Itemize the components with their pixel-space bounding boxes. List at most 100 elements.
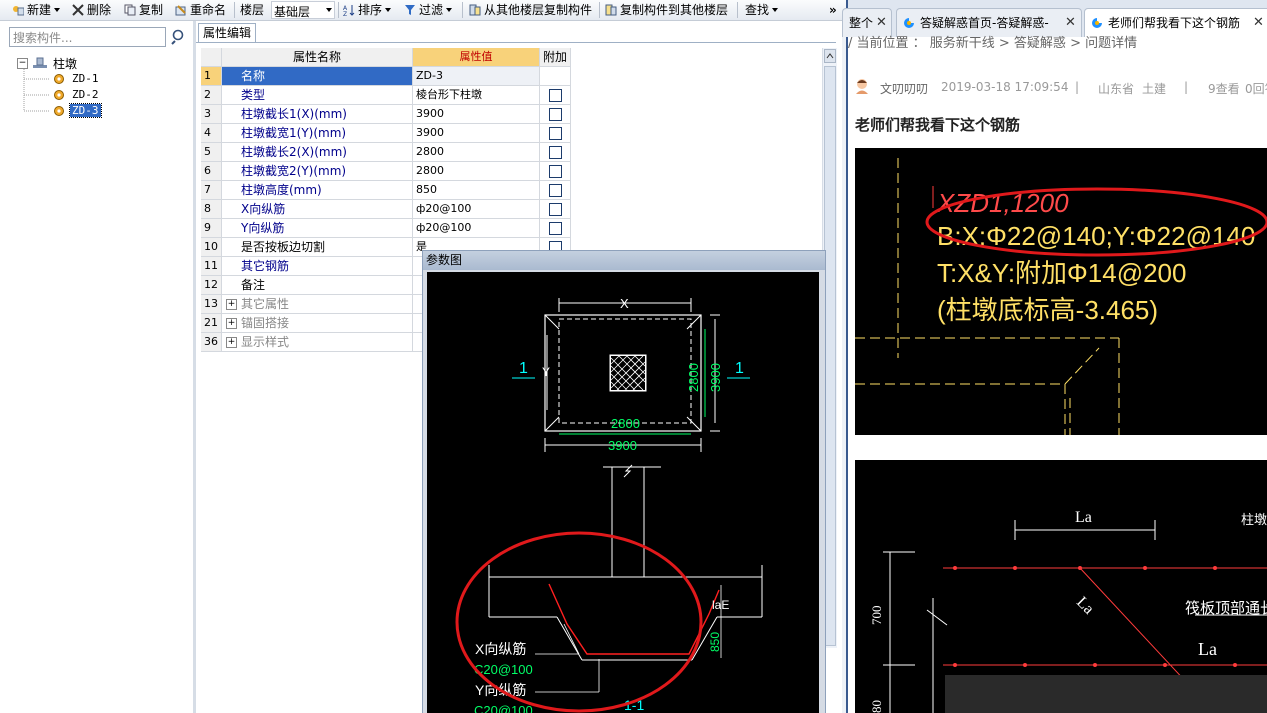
browser-tab[interactable]: 答疑解惑首页-答疑解惑- ✕ [896,8,1082,37]
table-row[interactable]: 6 柱墩截宽2(Y)(mm) 2800 [201,162,571,181]
table-row[interactable]: 5 柱墩截长2(X)(mm) 2800 [201,143,571,162]
browser-tab[interactable]: 整个 ✕ [842,8,892,37]
filter-button[interactable]: 过滤 [404,2,453,18]
chevron-down-icon [54,8,61,12]
component-gear-icon [54,106,64,116]
cad-label-raft-rebar: 筏板顶部通长钢筋 [1185,599,1267,617]
sort-button[interactable]: A Z 排序 [343,2,392,18]
property-group[interactable]: + 其它属性 [222,295,413,314]
attach-checkbox[interactable] [549,203,562,216]
delete-button[interactable]: 删除 [72,2,111,18]
column-header-name[interactable]: 属性名称 [222,48,413,67]
scroll-up-button[interactable] [824,49,836,63]
attach-checkbox[interactable] [549,146,562,159]
table-row[interactable]: 9 Y向纵筋 ф20@100 [201,219,571,238]
parameter-diagram-dialog[interactable]: 参数图 X Y 1 1 2800 3900 2800 3900 laE 850 … [422,250,826,713]
property-value[interactable]: ф20@100 [413,219,540,238]
attach-cell [540,67,571,86]
copy-to-floor-label: 复制构件到其他楼层 [620,3,729,17]
find-button[interactable]: 查找 [745,2,779,18]
property-name[interactable]: 备注 [222,276,413,295]
floor-select[interactable]: 基础层 [271,1,335,19]
property-name[interactable]: 柱墩截长2(X)(mm) [222,143,413,162]
property-value[interactable]: 850 [413,181,540,200]
table-row[interactable]: 1 名称 ZD-3 [201,67,571,86]
dialog-title[interactable]: 参数图 [423,251,825,270]
column-header-attach[interactable]: 附加 [540,48,571,67]
property-name[interactable]: 柱墩截长1(X)(mm) [222,105,413,124]
table-row[interactable]: 7 柱墩高度(mm) 850 [201,181,571,200]
expand-icon[interactable]: + [226,318,237,329]
property-value[interactable]: ф20@100 [413,200,540,219]
attach-checkbox[interactable] [549,108,562,121]
cad-label-la-top: La [1075,509,1092,526]
attach-checkbox[interactable] [549,184,562,197]
question-image-2[interactable]: La La La 700 80 柱墩顶 筏板顶部通长钢筋 [855,460,1267,713]
property-value[interactable]: 棱台形下柱墩 [413,86,540,105]
rename-button[interactable]: 重命名 [175,2,226,18]
table-row[interactable]: 3 柱墩截长1(X)(mm) 3900 [201,105,571,124]
expand-icon[interactable]: + [226,337,237,348]
tree-item-selected[interactable]: ZD-3 [69,103,102,118]
question-meta: 文叨叨叨 2019-03-18 17:09:54 | 山东省 土建 | 9查看 … [848,76,1267,98]
question-image-1[interactable]: XZD1,1200 B:X:Φ22@140;Y:Φ22@140 T:X&Y:附加… [855,148,1267,435]
new-button[interactable]: 新建 [12,2,61,18]
new-label: 新建 [27,3,52,17]
table-row[interactable]: 4 柱墩截宽1(Y)(mm) 3900 [201,124,571,143]
property-name[interactable]: X向纵筋 [222,200,413,219]
question-title: 老师们帮我看下这个钢筋 [855,116,1021,134]
property-name[interactable]: 柱墩截宽2(Y)(mm) [222,162,413,181]
tree-item[interactable]: ZD-1 [72,72,99,85]
close-icon[interactable]: ✕ [1065,9,1076,37]
attach-checkbox[interactable] [549,222,562,235]
tree-item[interactable]: ZD-2 [72,88,99,101]
tree-root-label[interactable]: 柱墩 [53,55,77,72]
close-icon[interactable]: ✕ [1253,9,1264,37]
avatar[interactable] [854,78,870,95]
property-value[interactable]: 3900 [413,105,540,124]
author-name[interactable]: 文叨叨叨 [880,80,928,97]
tab-property-edit[interactable]: 属性编辑 [198,23,256,42]
browser-tab-active[interactable]: 老师们帮我看下这个钢筋 ✕ [1084,8,1267,37]
property-name[interactable]: 柱墩高度(mm) [222,181,413,200]
attach-cell [540,181,571,200]
tree-collapse-toggle[interactable]: − [17,58,28,69]
attach-checkbox[interactable] [549,127,562,140]
browser-tab-label: 答疑解惑首页-答疑解惑- [920,16,1049,30]
expand-icon[interactable]: + [226,299,237,310]
property-value[interactable]: ZD-3 [413,67,540,86]
table-row[interactable]: 2 类型 棱台形下柱墩 [201,86,571,105]
property-group[interactable]: + 显示样式 [222,333,413,352]
column-pier-icon [33,57,47,68]
cad-label-column-top: 柱墩顶 [1241,512,1267,527]
property-value[interactable]: 2800 [413,143,540,162]
property-name[interactable]: 柱墩截宽1(Y)(mm) [222,124,413,143]
answer-count: 0回答 [1245,82,1267,96]
property-name[interactable]: Y向纵筋 [222,219,413,238]
copy-to-floor-button[interactable]: 复制构件到其他楼层 [605,2,728,18]
attach-checkbox[interactable] [549,165,562,178]
attach-checkbox[interactable] [549,89,562,102]
dim-height: 850 [708,632,722,652]
property-group[interactable]: + 锚固搭接 [222,314,413,333]
delete-icon [72,4,84,16]
property-name[interactable]: 其它钢筋 [222,257,413,276]
label-x-rebar: X向纵筋 [475,641,526,657]
column-header-value[interactable]: 属性值 [413,48,540,67]
highlight-ellipse [455,531,703,713]
table-row[interactable]: 8 X向纵筋 ф20@100 [201,200,571,219]
property-name[interactable]: 名称 [222,67,413,86]
copy-from-floor-button[interactable]: 从其他楼层复制构件 [469,2,592,18]
property-value[interactable]: 2800 [413,162,540,181]
cad-dim-700: 700 [869,606,884,626]
property-name[interactable]: 类型 [222,86,413,105]
chevron-down-icon [326,8,332,12]
property-value[interactable]: 3900 [413,124,540,143]
close-icon[interactable]: ✕ [876,9,887,37]
attach-cell [540,219,571,238]
property-name[interactable]: 是否按板边切割 [222,238,413,257]
rename-icon [175,5,186,16]
cad-drawing-1: XZD1,1200 B:X:Φ22@140;Y:Φ22@140 T:X&Y:附加… [855,158,1267,435]
copy-button[interactable]: 复制 [124,2,163,18]
toolbar-overflow-button[interactable]: » [829,2,837,18]
